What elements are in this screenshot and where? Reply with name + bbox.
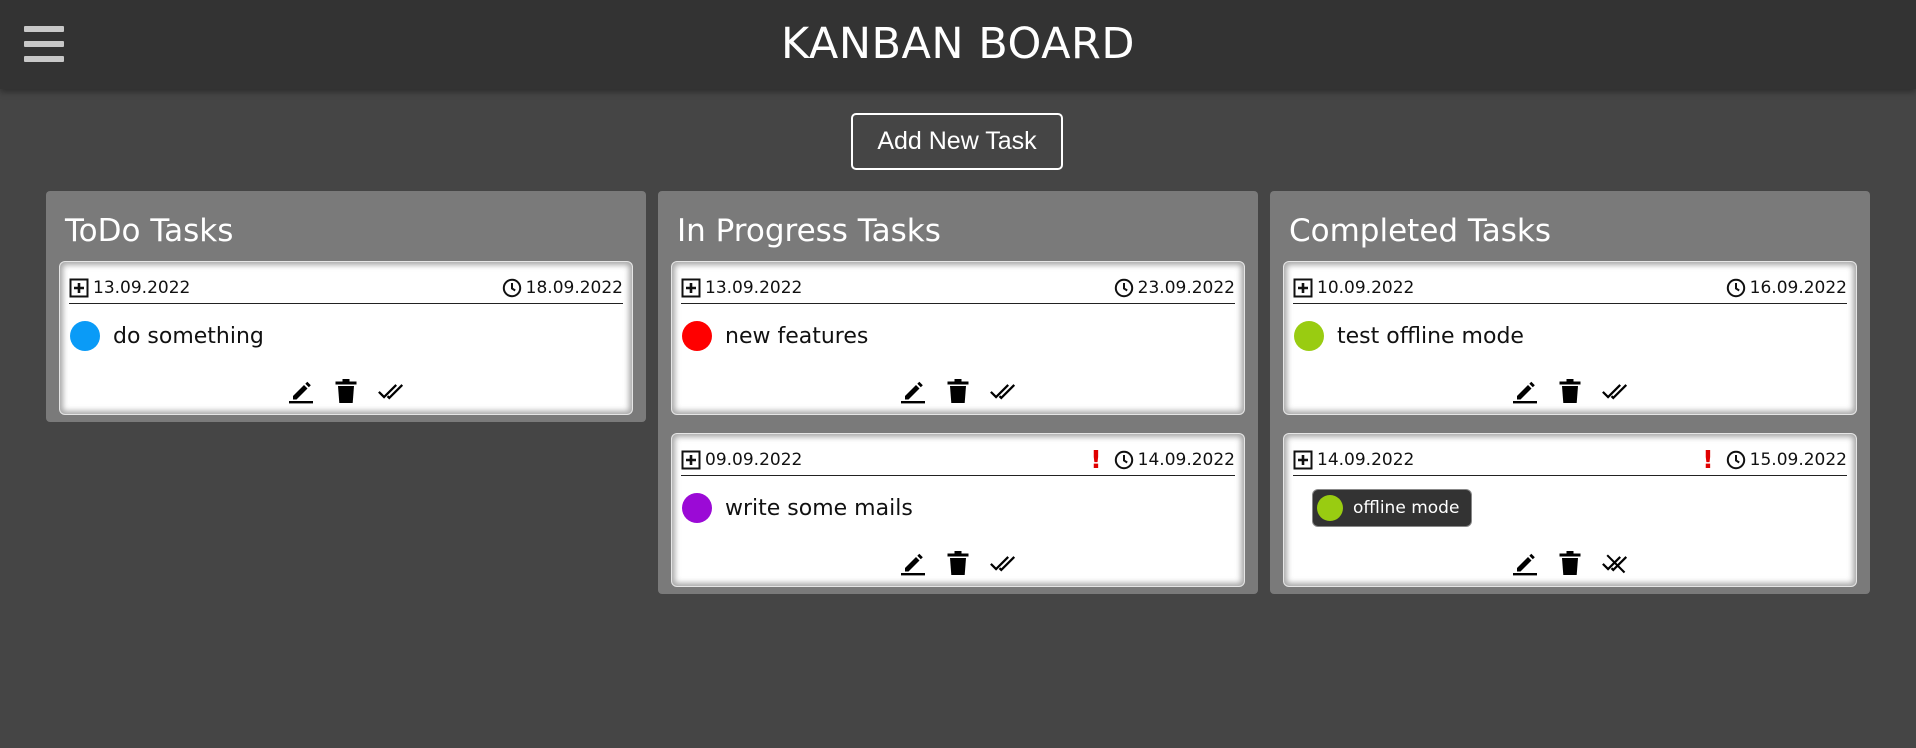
trash-icon[interactable]	[333, 378, 359, 404]
plus-square-icon	[69, 278, 89, 298]
task-card: 09.09.2022 ! 14.09.2022 write some mails	[672, 434, 1244, 586]
card-actions	[1284, 550, 1856, 576]
card-body: write some mails	[681, 476, 1235, 540]
exclamation-alert-icon: !	[1702, 445, 1714, 474]
trash-icon[interactable]	[1557, 550, 1583, 576]
plus-square-icon	[1293, 450, 1313, 470]
plus-square-icon	[681, 450, 701, 470]
card-header: 13.09.2022 18.09.2022	[69, 272, 623, 304]
task-text: test offline mode	[1337, 323, 1524, 349]
due-date: 23.09.2022	[1137, 277, 1235, 298]
card-body: do something	[69, 304, 623, 368]
created-date: 13.09.2022	[93, 277, 191, 298]
due-date: 15.09.2022	[1749, 449, 1847, 470]
due-date: 14.09.2022	[1137, 449, 1235, 470]
task-text: do something	[113, 323, 264, 349]
add-new-task-button[interactable]: Add New Task	[851, 113, 1063, 170]
task-card: 14.09.2022 ! 15.09.2022 offline mode	[1284, 434, 1856, 586]
trash-icon[interactable]	[945, 550, 971, 576]
task-card: 10.09.2022 16.09.2022 test offline mode	[1284, 262, 1856, 414]
color-dot	[1294, 321, 1324, 351]
top-bar: KANBAN BOARD	[0, 0, 1916, 89]
plus-square-icon	[681, 278, 701, 298]
card-body: offline mode	[1293, 476, 1847, 540]
edit-icon[interactable]	[1512, 550, 1538, 576]
task-text: new features	[725, 323, 869, 349]
double-check-icon[interactable]	[378, 378, 404, 404]
task-card: 13.09.2022 23.09.2022 new features	[672, 262, 1244, 414]
exclamation-alert-icon: !	[1090, 445, 1102, 474]
column-completed: Completed Tasks 10.09.2022 16.09.2022 te…	[1270, 191, 1870, 594]
tag-text: offline mode	[1353, 498, 1460, 518]
created-date: 14.09.2022	[1317, 449, 1415, 470]
column-todo: ToDo Tasks 13.09.2022 18.09.2022 do some…	[46, 191, 646, 422]
task-card: 13.09.2022 18.09.2022 do something	[60, 262, 632, 414]
color-dot	[682, 493, 712, 523]
double-check-icon[interactable]	[990, 378, 1016, 404]
card-body: test offline mode	[1293, 304, 1847, 368]
edit-icon[interactable]	[900, 378, 926, 404]
created-date: 13.09.2022	[705, 277, 803, 298]
card-body: new features	[681, 304, 1235, 368]
card-header: 14.09.2022 ! 15.09.2022	[1293, 444, 1847, 476]
color-dot	[682, 321, 712, 351]
double-check-icon[interactable]	[1602, 378, 1628, 404]
column-title: In Progress Tasks	[677, 213, 941, 249]
created-date: 10.09.2022	[1317, 277, 1415, 298]
card-actions	[1284, 378, 1856, 404]
card-header: 10.09.2022 16.09.2022	[1293, 272, 1847, 304]
column-in-progress: In Progress Tasks 13.09.2022 23.09.2022 …	[658, 191, 1258, 594]
column-title: ToDo Tasks	[65, 213, 234, 249]
offline-tag: offline mode	[1313, 490, 1472, 526]
page-title: KANBAN BOARD	[780, 19, 1135, 69]
color-dot	[1317, 495, 1343, 521]
color-dot	[70, 321, 100, 351]
edit-icon[interactable]	[288, 378, 314, 404]
edit-icon[interactable]	[900, 550, 926, 576]
uncheck-icon[interactable]	[1602, 550, 1628, 576]
card-actions	[60, 378, 632, 404]
plus-square-icon	[1293, 278, 1313, 298]
clock-icon	[1726, 450, 1746, 470]
card-actions	[672, 550, 1244, 576]
clock-icon	[502, 278, 522, 298]
column-title: Completed Tasks	[1289, 213, 1551, 249]
due-date: 16.09.2022	[1749, 277, 1847, 298]
card-header: 13.09.2022 23.09.2022	[681, 272, 1235, 304]
card-actions	[672, 378, 1244, 404]
task-text: write some mails	[725, 495, 913, 521]
trash-icon[interactable]	[1557, 378, 1583, 404]
double-check-icon[interactable]	[990, 550, 1016, 576]
clock-icon	[1726, 278, 1746, 298]
trash-icon[interactable]	[945, 378, 971, 404]
created-date: 09.09.2022	[705, 449, 803, 470]
edit-icon[interactable]	[1512, 378, 1538, 404]
clock-icon	[1114, 450, 1134, 470]
clock-icon	[1114, 278, 1134, 298]
due-date: 18.09.2022	[525, 277, 623, 298]
card-header: 09.09.2022 ! 14.09.2022	[681, 444, 1235, 476]
